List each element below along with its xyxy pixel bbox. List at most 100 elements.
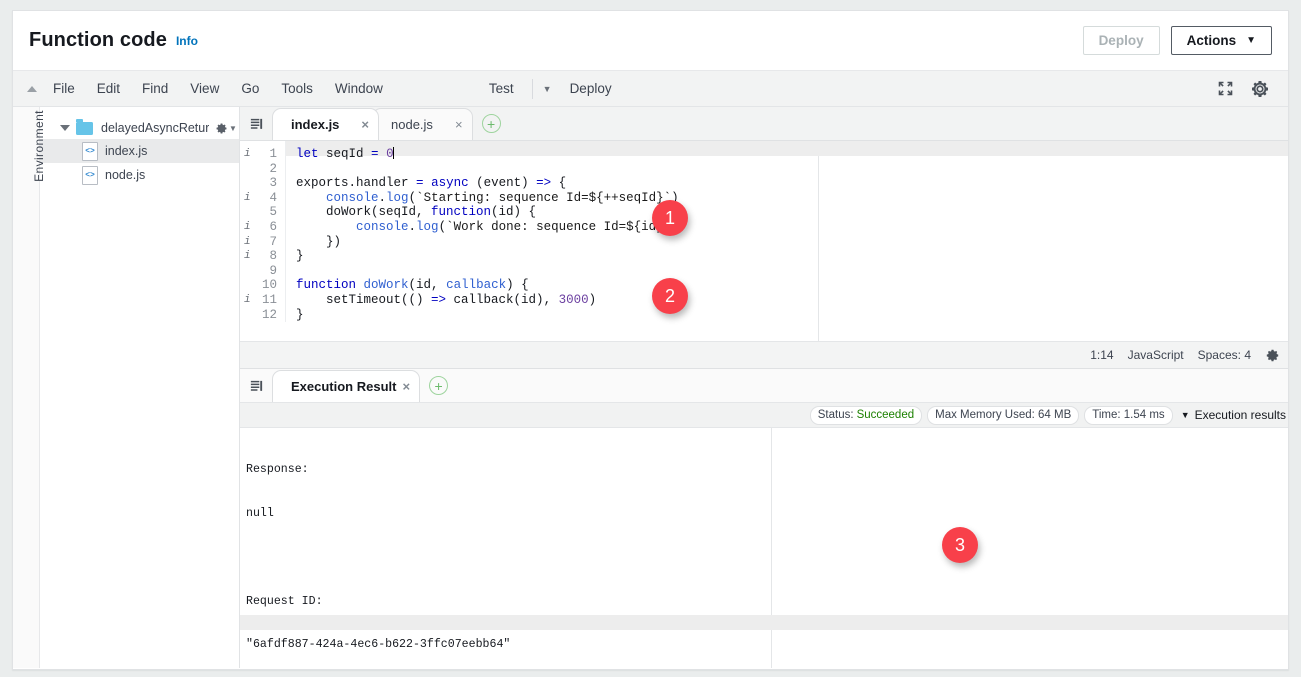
cursor-position[interactable]: 1:14 [1090,348,1113,362]
code-editor[interactable]: i1 2 3 i4 5 i6 i7 i8 9 10 i11 12 [240,141,1288,341]
editor-tab-label: index.js [291,117,339,132]
gutter-line: i6 [240,220,285,235]
gutter-line: i7 [240,235,285,250]
editor-tab-index-js[interactable]: index.js × [272,108,379,140]
actions-button[interactable]: Actions ▼ [1171,26,1272,55]
gutter-line: i4 [240,191,285,206]
execution-status-bar: Status: Succeeded Max Memory Used: 64 MB… [240,403,1288,428]
menu-item-file[interactable]: File [53,81,75,96]
source-line: let seqId = 0 [286,147,1288,162]
menu-item-edit[interactable]: Edit [97,81,120,96]
page-title: Function code [29,29,167,52]
editor-tab-strip: index.js × node.js × + [240,107,1288,141]
log-line [246,551,1288,566]
menu-item-go[interactable]: Go [241,81,259,96]
file-tree: delayedAsyncReturn ▼ <> index.js <> node… [40,107,240,668]
log-text: Response: null Request ID: "6afdf887-424… [240,428,1288,668]
log-line: Response: [246,463,1288,478]
gutter-line: i8 [240,249,285,264]
gutter-line: 9 [240,264,285,279]
menu-item-tools[interactable]: Tools [281,81,313,96]
editor-status-bar: 1:14 JavaScript Spaces: 4 [240,341,1288,368]
execution-result-panel: Execution Result × + Status: Succeeded M… [240,368,1288,668]
status-badge-label: Status: [818,409,854,421]
menu-item-window[interactable]: Window [335,81,383,96]
source-line: } [286,308,1288,323]
info-marker-icon: i [244,220,251,235]
js-file-icon: <> [82,142,98,161]
menu-right-icons [1217,79,1274,99]
menu-item-view[interactable]: View [190,81,219,96]
log-line: null [246,507,1288,522]
execution-results-toggle[interactable]: ▼ Execution results [1181,408,1286,422]
menu-item-test[interactable]: Test [489,81,514,96]
editor-tab-node-js[interactable]: node.js × [372,108,473,140]
close-icon[interactable]: × [455,117,463,132]
source-line: } [286,249,1288,264]
info-marker-icon: i [244,191,251,206]
folder-icon [76,122,93,135]
file-tree-item-node-js[interactable]: <> node.js [40,163,239,187]
actions-button-label: Actions [1187,33,1237,48]
add-output-tab-icon[interactable]: + [429,376,448,395]
deploy-button[interactable]: Deploy [1083,26,1160,55]
add-tab-icon[interactable]: + [482,114,501,133]
execution-results-label: Execution results [1195,408,1286,422]
output-tab-list-icon[interactable] [240,369,272,402]
info-marker-icon: i [244,293,251,308]
menu-item-deploy[interactable]: Deploy [570,81,612,96]
editor-column: index.js × node.js × + i1 2 3 i4 [240,107,1288,668]
environment-rail[interactable]: Environment [13,107,40,668]
file-tree-item-label: node.js [105,168,145,182]
output-tab-strip: Execution Result × + [240,369,1288,403]
gutter-line: i11 [240,293,285,308]
gutter-line: i1 [240,147,285,162]
tab-list-icon[interactable] [240,107,272,140]
language-mode[interactable]: JavaScript [1128,348,1184,362]
ide-body: Environment delayedAsyncReturn ▼ <> i [13,107,1288,668]
chevron-down-icon: ▼ [1246,36,1256,46]
settings-gear-icon[interactable] [1250,79,1270,99]
source-lines: let seqId = 0 exports.handler = async (e… [286,141,1288,322]
menu-item-find[interactable]: Find [142,81,168,96]
code-area: i1 2 3 i4 5 i6 i7 i8 9 10 i11 12 [240,141,1288,322]
annotation-badge-1: 1 [652,200,688,236]
editor-tab-label: node.js [391,117,433,132]
output-line-highlight [240,615,1288,630]
close-icon[interactable]: × [402,379,410,394]
test-dropdown-caret-icon[interactable]: ▼ [543,84,552,94]
deploy-button-label: Deploy [1099,33,1144,48]
collapse-caret-icon[interactable] [27,86,37,92]
panel-header: Function code Info Deploy Actions ▼ [13,11,1288,71]
gutter-line: 5 [240,205,285,220]
gutter-line: 10 [240,278,285,293]
source-line: setTimeout(() => callback(id), 3000) [286,293,1288,308]
source-line [286,162,1288,177]
file-tree-item-label: index.js [105,144,147,158]
close-icon[interactable]: × [361,117,369,132]
file-tree-gear-icon[interactable]: ▼ [215,122,237,135]
gutter-line: 2 [240,162,285,177]
output-print-margin-line [771,428,772,668]
source-line [286,264,1288,279]
execution-log-output[interactable]: Response: null Request ID: "6afdf887-424… [240,428,1288,668]
status-badge: Status: Succeeded [810,406,922,425]
output-tab-label: Execution Result [291,379,396,394]
duration-badge: Time: 1.54 ms [1084,406,1172,425]
source-line: function doWork(id, callback) { [286,278,1288,293]
chevron-down-icon: ▼ [1181,410,1190,420]
annotation-badge-2: 2 [652,278,688,314]
ide-menu-bar: File Edit Find View Go Tools Window Test… [13,71,1288,107]
info-link[interactable]: Info [176,34,198,48]
annotation-badge-3: 3 [942,527,978,563]
source-line: console.log(`Work done: sequence Id=${id… [286,220,1288,235]
line-number-gutter: i1 2 3 i4 5 i6 i7 i8 9 10 i11 12 [240,141,286,322]
source-line: console.log(`Starting: sequence Id=${++s… [286,191,1288,206]
editor-settings-gear-icon[interactable] [1265,348,1280,363]
file-tree-root[interactable]: delayedAsyncReturn ▼ [40,117,239,139]
max-memory-badge: Max Memory Used: 64 MB [927,406,1079,425]
fullscreen-icon[interactable] [1217,80,1234,97]
file-tree-item-index-js[interactable]: <> index.js [40,139,239,163]
indent-setting[interactable]: Spaces: 4 [1198,348,1251,362]
output-tab-execution-result[interactable]: Execution Result × [272,370,420,402]
